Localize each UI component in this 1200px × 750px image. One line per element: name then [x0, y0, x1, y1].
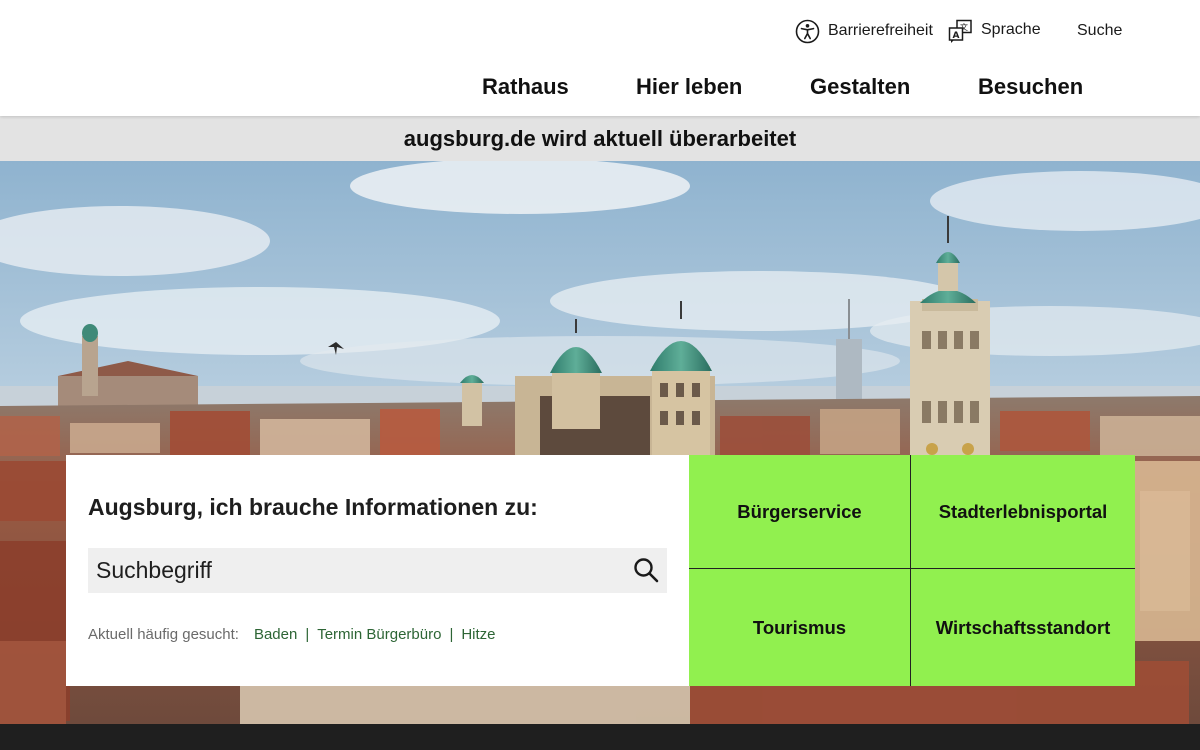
nav-item-rathaus[interactable]: Rathaus — [482, 74, 569, 100]
redesign-notice-banner: augsburg.de wird aktuell überarbeitet — [0, 116, 1200, 161]
popular-searches: Aktuell häufig gesucht: Baden | Termin B… — [88, 626, 496, 643]
popular-link-hitze[interactable]: Hitze — [461, 626, 495, 643]
language-translate-icon: 文 A — [948, 19, 973, 44]
tile-wirtschaftsstandort[interactable]: Wirtschaftsstandort — [911, 569, 1135, 686]
popular-link-termin-buergerbuero[interactable]: Termin Bürgerbüro — [317, 626, 441, 643]
main-navigation: Rathaus Hier leben Gestalten Besuchen — [0, 74, 1200, 106]
footer-strip — [0, 724, 1200, 750]
nav-item-gestalten[interactable]: Gestalten — [810, 74, 910, 100]
search-field-wrapper — [88, 548, 667, 593]
magnifier-icon — [634, 558, 659, 583]
tile-tourismus[interactable]: Tourismus — [689, 569, 911, 686]
quick-access-tiles: Bürgerservice Stadterlebnisportal Touris… — [689, 455, 1135, 686]
nav-item-hier-leben[interactable]: Hier leben — [636, 74, 742, 100]
tile-label: Bürgerservice — [737, 500, 862, 522]
tile-label: Stadterlebnisportal — [938, 500, 1108, 522]
tile-stadterlebnisportal[interactable]: Stadterlebnisportal — [911, 455, 1135, 569]
header-search-link[interactable]: Suche — [1077, 17, 1122, 45]
tile-buergerservice[interactable]: Bürgerservice — [689, 455, 911, 569]
search-input[interactable] — [88, 548, 608, 593]
accessibility-person-icon — [795, 19, 820, 44]
search-panel-title: Augsburg, ich brauche Informationen zu: — [88, 494, 538, 520]
separator: | — [449, 626, 454, 643]
search-submit-button[interactable] — [633, 557, 659, 583]
accessibility-link[interactable]: Barrierefreiheit — [795, 17, 933, 45]
svg-text:A: A — [953, 31, 960, 41]
popular-searches-label: Aktuell häufig gesucht: — [88, 626, 239, 643]
notice-text: augsburg.de wird aktuell überarbeitet — [403, 125, 797, 151]
tile-label: Tourismus — [752, 616, 847, 638]
language-label: Sprache — [981, 20, 1041, 38]
accessibility-label: Barrierefreiheit — [828, 22, 933, 39]
nav-item-besuchen[interactable]: Besuchen — [978, 74, 1083, 100]
language-link[interactable]: 文 A Sprache — [948, 17, 1041, 45]
tile-label: Wirtschaftsstandort — [935, 616, 1111, 638]
header-search-label: Suche — [1077, 22, 1123, 39]
separator: | — [305, 626, 310, 643]
info-search-panel: Augsburg, ich brauche Informationen zu: … — [66, 455, 689, 686]
popular-link-baden[interactable]: Baden — [254, 626, 297, 643]
site-header: Barrierefreiheit 文 A Sprache Suche Ratha… — [0, 0, 1200, 116]
